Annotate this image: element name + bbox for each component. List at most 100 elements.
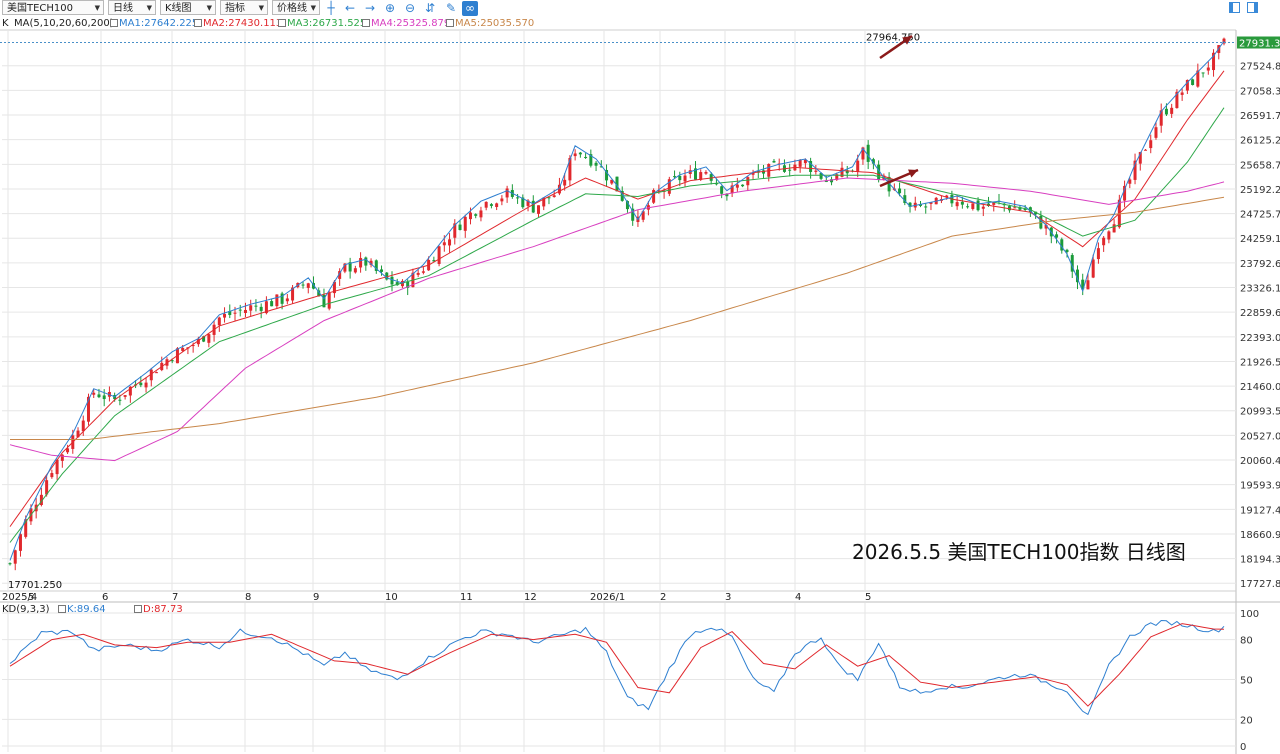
candle-body (233, 312, 237, 314)
candle-body (421, 271, 425, 273)
ma5-line (10, 196, 1225, 440)
candle-body (1144, 149, 1148, 151)
candle-body (516, 197, 520, 199)
price-tick-label: 19593.95 (1240, 481, 1280, 492)
price-tick-label: 18660.90 (1240, 530, 1280, 541)
candle-body (364, 257, 368, 266)
candle-body (563, 179, 567, 186)
candle-body (1191, 79, 1195, 85)
candle-body (814, 170, 818, 172)
kd-k-legend[interactable]: K:89.64 (58, 603, 106, 616)
candle-body (1096, 248, 1100, 260)
candle-body (102, 395, 106, 400)
date-tick-label: 9 (313, 592, 319, 603)
candle-body (1055, 234, 1059, 238)
price-tick-label: 23792.65 (1240, 259, 1280, 270)
candle-body (495, 203, 499, 208)
candle-body (1149, 140, 1153, 149)
candle-body (270, 301, 274, 307)
kd-k-line (9, 619, 1225, 716)
candle-body (8, 563, 12, 565)
candle-body (966, 206, 970, 208)
candle-body (416, 272, 420, 275)
candle-body (741, 184, 745, 187)
candle-body (898, 188, 902, 194)
candle-body (81, 420, 85, 432)
price-tick-label: 22393.09 (1240, 333, 1280, 344)
candle-body (1154, 127, 1158, 138)
candle-body (275, 294, 279, 307)
candle-body (981, 206, 985, 209)
candle-body (437, 246, 441, 264)
candle-body (301, 284, 305, 286)
date-tick-label: 10 (385, 592, 398, 603)
candlestick-chart[interactable]: 27524.84 27058.31 26591.79 26125.27 25658.75… (0, 0, 1280, 754)
date-tick-label: 6 (102, 592, 108, 603)
kd-tick-label: 50 (1240, 676, 1253, 687)
candle-body (704, 171, 708, 174)
candle-body (976, 200, 980, 211)
candle-body (458, 224, 462, 231)
candle-body (594, 162, 598, 166)
candle-body (484, 201, 488, 208)
price-tick-label: 22859.61 (1240, 308, 1280, 319)
candle-body (123, 395, 127, 397)
candle-body (1112, 224, 1116, 233)
candle-body (479, 210, 483, 218)
price-tick-label: 25658.75 (1240, 160, 1280, 171)
price-tick-label: 21926.56 (1240, 357, 1280, 368)
candle-body (1013, 207, 1017, 209)
candle-body (673, 176, 677, 178)
price-tick-label: 18194.38 (1240, 555, 1280, 566)
date-tick-label: 2026/1 (590, 592, 625, 603)
candle-body (971, 203, 975, 209)
kd-tick-label: 0 (1240, 742, 1246, 753)
candle-body (856, 160, 860, 172)
date-tick-label: 5 (28, 592, 34, 603)
candle-body (97, 394, 101, 398)
candle-body (353, 268, 357, 273)
candle-body (537, 205, 541, 214)
candle-body (866, 144, 870, 162)
candle-body (238, 309, 242, 311)
candle-body (217, 317, 221, 326)
candle-body (380, 269, 384, 272)
candle-body (249, 305, 253, 311)
date-tick-label: 12 (524, 592, 537, 603)
date-tick-label: 11 (460, 592, 473, 603)
candle-body (531, 200, 535, 213)
candle-body (13, 550, 17, 564)
price-tick-label: 17727.86 (1240, 579, 1280, 590)
kd-tick-label: 100 (1240, 609, 1259, 620)
price-tick-label: 20993.52 (1240, 407, 1280, 418)
candle-body (1102, 237, 1106, 246)
current-price-label: 27931.37 (1239, 39, 1280, 50)
price-tick-label: 20060.47 (1240, 456, 1280, 467)
checkbox-icon (58, 605, 66, 613)
candle-body (798, 159, 802, 167)
candle-body (390, 276, 394, 285)
price-tick-label: 20527.00 (1240, 431, 1280, 442)
candle-body (474, 214, 478, 216)
kd-d-legend[interactable]: D:87.73 (134, 603, 183, 616)
date-tick-label: 4 (795, 592, 801, 603)
candle-body (500, 198, 504, 202)
candle-body (1107, 231, 1111, 240)
candle-body (1206, 67, 1210, 71)
date-tick-label: 7 (172, 592, 178, 603)
candle-body (468, 212, 472, 220)
candle-body (442, 242, 446, 246)
candle-body (118, 399, 122, 401)
candle-body (683, 175, 687, 182)
candle-body (92, 392, 96, 395)
candle-body (584, 156, 588, 158)
kd-tick-label: 80 (1240, 636, 1253, 647)
ma3-line (9, 107, 1225, 543)
candle-body (746, 177, 750, 186)
candle-body (788, 169, 792, 171)
candle-body (505, 188, 509, 198)
chart-annotation: 2026.5.5 美国TECH100指数 日线图 (852, 540, 1186, 564)
candle-body (327, 293, 331, 309)
candle-body (144, 382, 148, 388)
candle-body (18, 534, 22, 551)
